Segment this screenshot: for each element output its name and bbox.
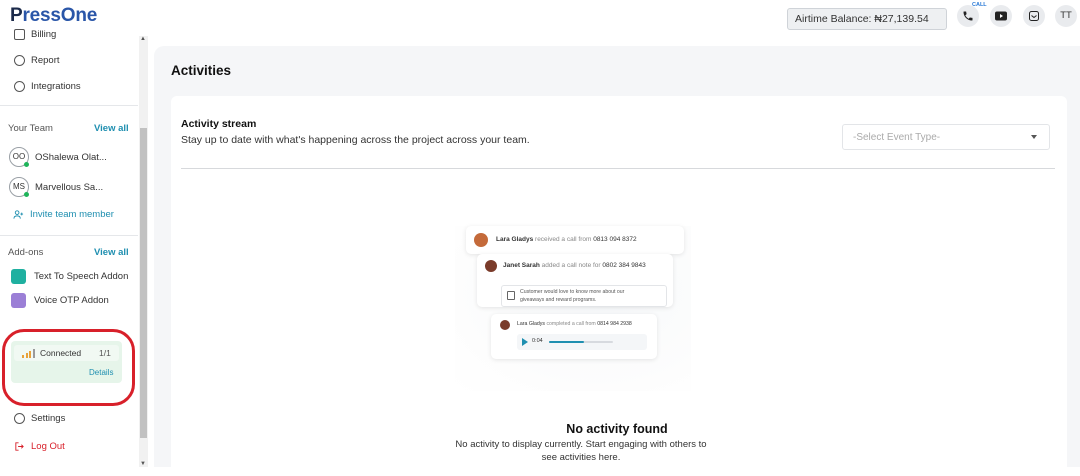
page-title: Activities (171, 63, 232, 78)
illustration-name: Janet Sarah (503, 262, 540, 269)
scroll-down-arrow-icon[interactable]: ▼ (140, 461, 146, 467)
gear-icon (14, 413, 25, 424)
invite-label: Invite team member (30, 209, 114, 220)
empty-state-illustration: Lara Gladys received a call from 0813 09… (455, 226, 691, 391)
avatar: OO (9, 147, 29, 167)
sidebar-scrollbar[interactable]: ▲ ▼ (139, 36, 148, 467)
play-icon (522, 338, 528, 346)
chevron-down-icon (1031, 135, 1037, 139)
sidebar-item-label: Report (31, 55, 60, 66)
card-divider (181, 168, 1055, 169)
pressone-logo[interactable]: PressOne (10, 5, 97, 27)
audio-progress-track (549, 341, 613, 343)
event-type-select[interactable]: -Select Event Type- (842, 124, 1050, 150)
online-status-dot (24, 192, 29, 197)
sidebar-item-label: Log Out (31, 441, 65, 452)
team-view-all-link[interactable]: View all (94, 123, 129, 134)
sidebar-item-report[interactable]: Report (14, 55, 60, 66)
link-icon (14, 81, 25, 92)
illustration-note-line: Customer would love to know more about o… (520, 289, 625, 295)
illustration-number: 0802 384 9843 (602, 262, 646, 269)
illustration-action: completed a call from (546, 321, 596, 327)
phone-icon (963, 11, 973, 21)
team-member[interactable]: MS Marvellous Sa... (9, 177, 103, 197)
logout-icon (15, 442, 24, 451)
event-type-placeholder: -Select Event Type- (853, 132, 941, 143)
illustration-audio-player: 0:04 (517, 334, 647, 350)
invite-team-member-button[interactable]: Invite team member (13, 209, 114, 220)
activity-stream-title: Activity stream (181, 118, 257, 130)
illustration-note-line: giveaways and reward programs. (520, 296, 597, 303)
empty-state-title: No activity found (566, 422, 668, 436)
note-icon (507, 291, 515, 300)
addon-label: Voice OTP Addon (34, 295, 109, 306)
text-to-speech-icon (11, 269, 26, 284)
inbox-button[interactable] (1023, 5, 1045, 27)
add-user-icon (13, 210, 24, 219)
addons-view-all-link[interactable]: View all (94, 247, 129, 258)
avatar (474, 233, 488, 247)
receipt-icon (14, 29, 25, 40)
sidebar-item-billing[interactable]: Billing (14, 29, 56, 40)
sidebar-item-label: Integrations (31, 81, 81, 92)
illustration-action: added a call note for (541, 262, 601, 269)
activity-stream-card: Activity stream Stay up to date with wha… (171, 96, 1067, 476)
logo-text: PressOne (10, 5, 98, 26)
youtube-icon (995, 11, 1007, 21)
avatar (485, 260, 497, 272)
illustration-name: Lara Gladys (496, 236, 534, 243)
inbox-icon (1029, 11, 1039, 21)
avatar: MS (9, 177, 29, 197)
illustration-activity-card: Janet Sarah added a call note for 0802 3… (477, 254, 673, 307)
airtime-balance[interactable]: Airtime Balance: ₦27,139.54 (787, 8, 947, 30)
illustration-name: Lara Gladys (517, 321, 545, 327)
sidebar-item-label: Settings (31, 413, 66, 424)
user-avatar[interactable]: TT (1055, 5, 1077, 27)
sidebar-divider (0, 235, 138, 236)
addon-text-to-speech[interactable]: Text To Speech Addon (11, 269, 128, 284)
sidebar-item-integrations[interactable]: Integrations (14, 81, 81, 92)
illustration-note: Customer would love to know more about o… (501, 285, 667, 307)
sidebar-divider (0, 105, 138, 106)
avatar (500, 320, 510, 330)
team-section-title: Your Team (8, 123, 53, 134)
empty-state-message: No activity to display currently. Start … (455, 439, 707, 463)
video-tutorial-button[interactable] (990, 5, 1012, 27)
scrollbar-thumb[interactable] (140, 128, 147, 438)
illustration-number: 0813 094 8372 (593, 236, 637, 243)
team-member-name: OShalewa Olat... (35, 151, 107, 163)
illustration-activity-card: Lara Gladys completed a call from 0814 9… (491, 314, 657, 359)
phone-button[interactable] (957, 5, 979, 27)
addon-label: Text To Speech Addon (34, 271, 129, 282)
illustration-action: received a call from (535, 236, 592, 243)
voice-otp-icon (11, 293, 26, 308)
sidebar-item-label: Billing (31, 29, 57, 40)
audio-time: 0:04 (532, 338, 543, 344)
highlight-annotation-circle (2, 329, 135, 406)
online-status-dot (24, 162, 29, 167)
sidebar-item-settings[interactable]: Settings (14, 413, 65, 424)
team-member-name: Marvellous Sa... (35, 181, 104, 193)
audio-progress-fill (549, 341, 585, 343)
addon-voice-otp[interactable]: Voice OTP Addon (11, 293, 109, 308)
scroll-up-arrow-icon[interactable]: ▲ (140, 36, 146, 42)
illustration-activity-card: Lara Gladys received a call from 0813 09… (466, 226, 684, 254)
illustration-number: 0814 984 2938 (597, 321, 632, 327)
logout-button[interactable]: Log Out (14, 441, 65, 452)
addons-section-title: Add-ons (8, 247, 44, 258)
sidebar: Billing Report Integrations Your Team Vi… (0, 28, 140, 467)
main-content: Activities Activity stream Stay up to da… (154, 46, 1080, 476)
bar-chart-icon (14, 55, 25, 66)
team-member[interactable]: OO OShalewa Olat... (9, 147, 107, 167)
activity-stream-subtitle: Stay up to date with what's happening ac… (181, 134, 530, 146)
top-bar: PressOne Airtime Balance: ₦27,139.54 CAL… (0, 0, 1080, 36)
